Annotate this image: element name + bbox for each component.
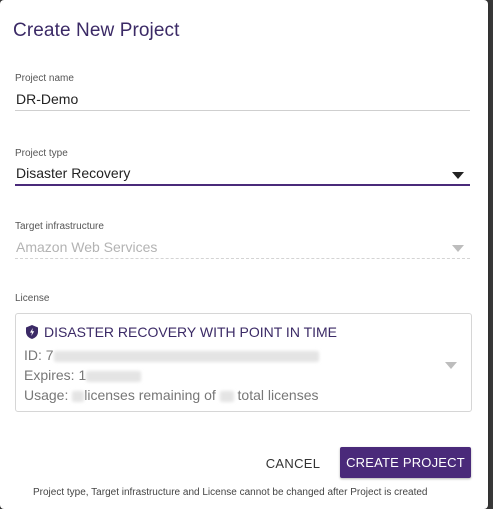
license-id-label: ID: — [24, 347, 42, 363]
license-expires-label: Expires: — [24, 367, 75, 383]
target-infrastructure-select: Amazon Web Services — [16, 239, 158, 255]
license-label: License — [15, 293, 50, 304]
redacted-expiry-date — [86, 370, 142, 382]
project-name-underline — [15, 110, 470, 111]
chevron-down-icon-license[interactable] — [445, 362, 457, 369]
create-project-button[interactable]: CREATE PROJECT — [340, 447, 471, 478]
license-usage-end: total licenses — [237, 387, 319, 403]
shield-icon — [26, 325, 38, 339]
redacted-remaining-count — [72, 390, 85, 402]
dialog-title: Create New Project — [13, 20, 180, 41]
license-expires-line: Expires: 1 — [24, 367, 142, 383]
project-name-label: Project name — [15, 73, 74, 84]
chevron-down-icon[interactable] — [452, 172, 464, 179]
project-type-select[interactable]: Disaster Recovery — [16, 165, 130, 181]
project-type-label: Project type — [15, 148, 68, 159]
project-type-underline — [15, 184, 470, 186]
create-project-dialog: Create New Project Project name DR-Demo … — [0, 0, 488, 509]
cancel-button[interactable]: CANCEL — [262, 448, 324, 478]
license-usage-line: Usage: licenses remaining of total licen… — [24, 387, 318, 403]
license-select[interactable]: DISASTER RECOVERY WITH POINT IN TIME ID:… — [15, 313, 472, 412]
chevron-down-icon-disabled — [452, 245, 464, 252]
license-name: DISASTER RECOVERY WITH POINT IN TIME — [44, 324, 338, 340]
footnote-text: Project type, Target infrastructure and … — [33, 487, 428, 498]
license-usage-mid: licenses remaining of — [84, 387, 216, 403]
redacted-total-count — [219, 390, 234, 402]
project-name-input[interactable]: DR-Demo — [16, 91, 78, 107]
license-expires-prefix: 1 — [78, 367, 87, 383]
target-infrastructure-label: Target infrastructure — [15, 221, 104, 232]
license-id-line: ID: 7 — [24, 347, 319, 363]
redacted-license-id — [53, 350, 319, 362]
license-usage-label: Usage: — [24, 387, 69, 403]
license-id-prefix: 7 — [45, 347, 54, 363]
target-infrastructure-underline — [15, 258, 470, 259]
